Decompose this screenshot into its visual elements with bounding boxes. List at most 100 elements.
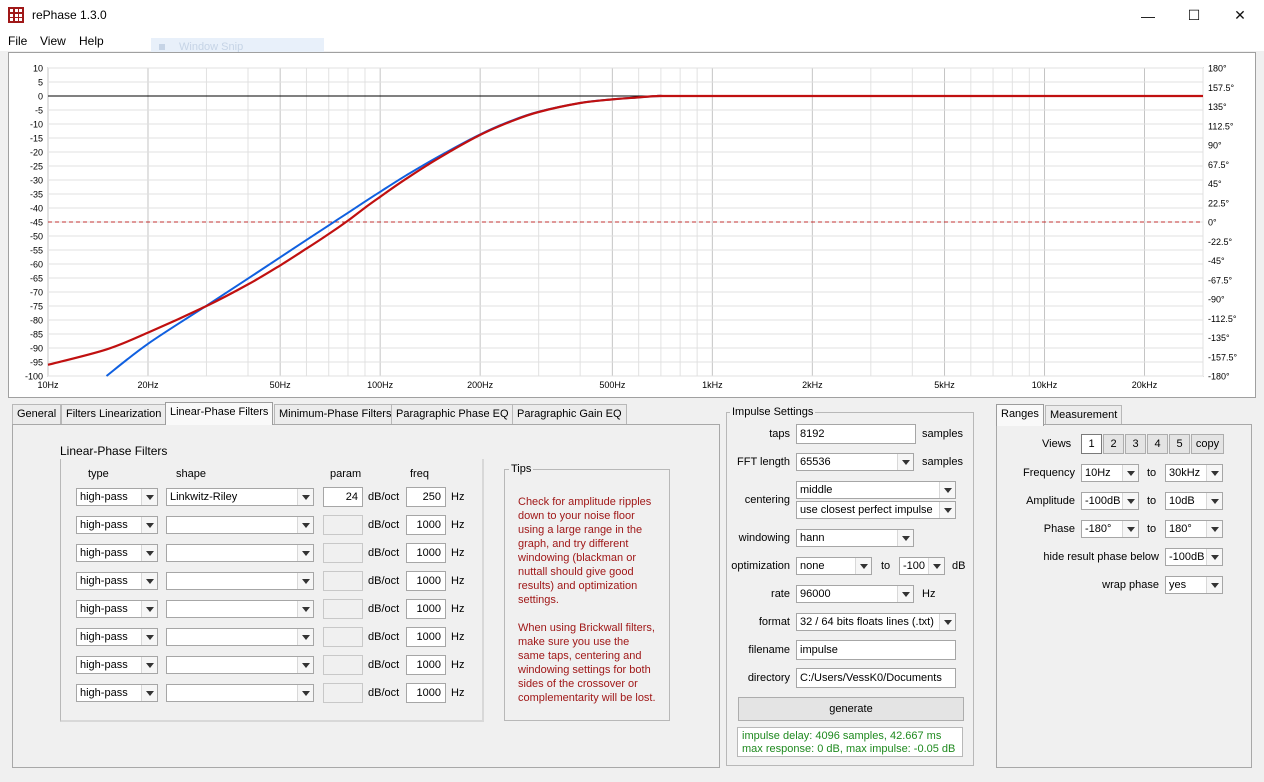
centering-select[interactable]: middle: [796, 481, 956, 499]
filter-shape-select[interactable]: [166, 628, 314, 646]
filename-input[interactable]: impulse: [796, 640, 956, 660]
fft-select[interactable]: 65536: [796, 453, 914, 471]
y-tick-label: -5: [35, 106, 43, 116]
menu-view[interactable]: View: [40, 34, 66, 48]
view-4-button[interactable]: 4: [1147, 434, 1168, 454]
centering-mode-select[interactable]: use closest perfect impulse: [796, 501, 956, 519]
optimization-db-select[interactable]: -100: [899, 557, 945, 575]
chevron-down-icon: [1206, 465, 1222, 481]
tips-line: nuttall should give good: [518, 566, 634, 578]
tab-filters-linearization[interactable]: Filters Linearization: [61, 404, 167, 424]
filter-shape-select[interactable]: [166, 600, 314, 618]
filter-type-select[interactable]: high-pass: [76, 544, 158, 562]
x-tick-label: 20Hz: [137, 380, 159, 390]
y-tick-label: -80: [30, 316, 43, 326]
chevron-down-icon: [141, 573, 157, 589]
filter-freq-input[interactable]: 1000: [406, 543, 446, 563]
filter-shape-select[interactable]: [166, 656, 314, 674]
rate-select[interactable]: 96000: [796, 585, 914, 603]
generate-button[interactable]: generate: [738, 697, 964, 721]
hide-phase-select[interactable]: -100dB: [1165, 548, 1223, 566]
amplitude-to-label: to: [1147, 495, 1157, 507]
filter-freq-input[interactable]: 1000: [406, 599, 446, 619]
directory-input[interactable]: C:/Users/VessK0/Documents: [796, 668, 956, 688]
tab-paragraphic-gain-eq[interactable]: Paragraphic Gain EQ: [512, 404, 627, 424]
filter-shape-select[interactable]: [166, 572, 314, 590]
y-tick-label: -60: [30, 260, 43, 270]
filter-type-select[interactable]: high-pass: [76, 628, 158, 646]
windowing-select[interactable]: hann: [796, 529, 914, 547]
amplitude-to-select[interactable]: 10dB: [1165, 492, 1223, 510]
y2-tick-label: -67.5°: [1208, 275, 1233, 285]
filter-type-select[interactable]: high-pass: [76, 572, 158, 590]
filter-type-select[interactable]: high-pass: [76, 656, 158, 674]
chevron-down-icon: [897, 454, 913, 470]
format-select[interactable]: 32 / 64 bits floats lines (.txt): [796, 613, 956, 631]
view-copy-button[interactable]: copy: [1191, 434, 1224, 454]
phase-from-select[interactable]: -180°: [1081, 520, 1139, 538]
filter-freq-unit: Hz: [451, 659, 465, 671]
filter-freq-unit: Hz: [451, 547, 465, 559]
chevron-down-icon: [1206, 577, 1222, 593]
filter-freq-input[interactable]: 1000: [406, 515, 446, 535]
filter-shape-select[interactable]: [166, 544, 314, 562]
x-tick-label: 20kHz: [1132, 380, 1158, 390]
response-chart[interactable]: 10 5 0 -5 -10 -15 -20 -25 -30 -35 -40 -45 -50 -55 -60 -…: [8, 52, 1256, 398]
taps-input[interactable]: 8192: [796, 424, 916, 444]
filter-type-select[interactable]: high-pass: [76, 600, 158, 618]
filter-freq-input[interactable]: 1000: [406, 655, 446, 675]
filter-freq-input[interactable]: 250: [406, 487, 446, 507]
filter-type-select[interactable]: high-pass: [76, 488, 158, 506]
y2-tick-label: -45°: [1208, 256, 1225, 266]
tab-linear-phase-filters[interactable]: Linear-Phase Filters: [165, 402, 274, 425]
view-5-button[interactable]: 5: [1169, 434, 1190, 454]
view-1-button[interactable]: 1: [1081, 434, 1102, 454]
tab-general[interactable]: General: [12, 404, 62, 424]
optimization-label: optimization: [731, 560, 790, 572]
close-button[interactable]: ✕: [1217, 0, 1263, 31]
chevron-down-icon: [297, 517, 313, 533]
view-2-button[interactable]: 2: [1103, 434, 1124, 454]
filter-shape-select[interactable]: [166, 516, 314, 534]
view-3-button[interactable]: 3: [1125, 434, 1146, 454]
tips-line: results) and optimization: [518, 580, 638, 592]
chevron-down-icon: [297, 657, 313, 673]
filter-freq-unit: Hz: [451, 687, 465, 699]
filter-shape-select[interactable]: Linkwitz-Riley: [166, 488, 314, 506]
wrap-phase-select[interactable]: yes: [1165, 576, 1223, 594]
filter-type-select[interactable]: high-pass: [76, 516, 158, 534]
filter-shape-select[interactable]: [166, 684, 314, 702]
chevron-down-icon: [939, 614, 955, 630]
minimize-button[interactable]: —: [1125, 0, 1171, 31]
menu-file[interactable]: File: [8, 34, 27, 48]
tab-measurement[interactable]: Measurement: [1045, 405, 1123, 424]
centering-label: centering: [744, 494, 790, 506]
views-label: Views: [1042, 438, 1072, 450]
filter-freq-input[interactable]: 1000: [406, 627, 446, 647]
optimization-select[interactable]: none: [796, 557, 872, 575]
tips-line: When using Brickwall filters,: [518, 622, 655, 634]
y2-tick-label: 22.5°: [1208, 198, 1230, 208]
tab-minimum-phase-filters[interactable]: Minimum-Phase Filters: [274, 404, 397, 424]
frequency-from-select[interactable]: 10Hz: [1081, 464, 1139, 482]
menu-help[interactable]: Help: [79, 34, 104, 48]
y2-tick-label: 112.5°: [1208, 121, 1234, 131]
y2-tick-label: 0°: [1208, 218, 1217, 228]
maximize-button[interactable]: ☐: [1171, 0, 1217, 31]
filter-freq-input[interactable]: 1000: [406, 571, 446, 591]
directory-label: directory: [747, 672, 790, 684]
filter-param-unit: dB/oct: [368, 519, 400, 531]
y-tick-label: -95: [30, 358, 43, 368]
y-tick-label: 5: [38, 78, 43, 88]
rate-label: rate: [771, 588, 790, 600]
frequency-to-select[interactable]: 30kHz: [1165, 464, 1223, 482]
phase-to-select[interactable]: 180°: [1165, 520, 1223, 538]
amplitude-from-select[interactable]: -100dB: [1081, 492, 1139, 510]
filter-freq-input[interactable]: 1000: [406, 683, 446, 703]
tab-paragraphic-phase-eq[interactable]: Paragraphic Phase EQ: [391, 404, 514, 424]
wrap-phase-label: wrap phase: [1102, 579, 1159, 591]
filter-param-input[interactable]: 24: [323, 487, 363, 507]
filter-type-select[interactable]: high-pass: [76, 684, 158, 702]
tab-ranges[interactable]: Ranges: [996, 404, 1044, 426]
impulse-settings-title: Impulse Settings: [730, 406, 816, 418]
